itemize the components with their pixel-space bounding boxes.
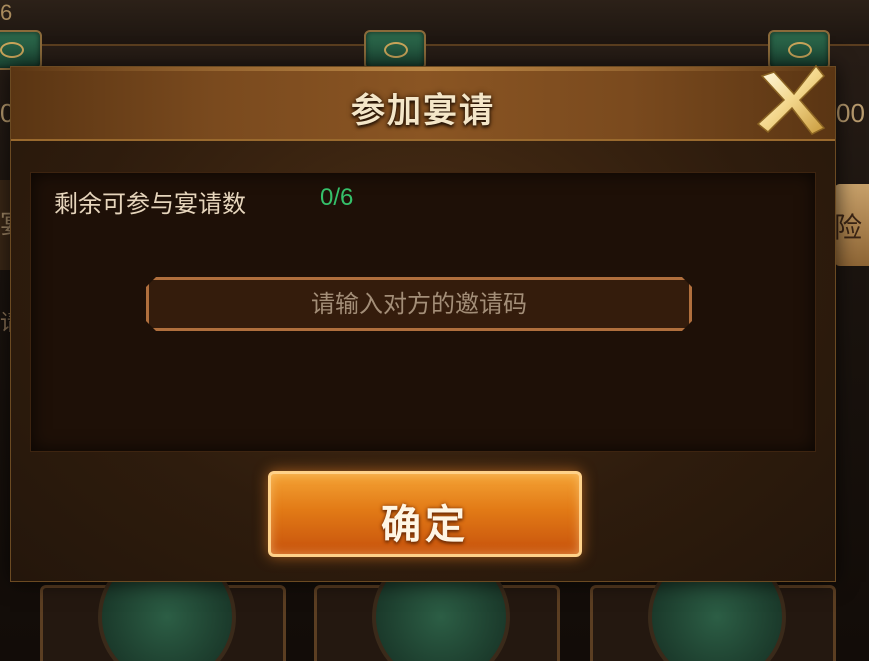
background-top-bar	[0, 0, 869, 46]
background-right-tab-label: 险	[834, 211, 863, 244]
background-top-bar-text: 6	[0, 0, 13, 25]
background-card	[314, 548, 560, 661]
background-gem-icon	[364, 30, 426, 70]
game-screen: 6 0 00 宴 请 险 参加宴请 剩余可参与宴请数 0/6	[0, 0, 869, 661]
background-card	[40, 548, 286, 661]
dialog-header: 参加宴请	[11, 67, 835, 141]
invite-code-input[interactable]	[146, 277, 692, 331]
dialog-title: 参加宴请	[351, 91, 495, 131]
background-card	[590, 548, 836, 661]
background-right-number: 00	[836, 98, 865, 128]
confirm-button-label: 确定	[381, 502, 469, 548]
remaining-invites-label: 剩余可参与宴请数	[54, 190, 246, 218]
remaining-invites-count: 0/6	[320, 184, 354, 211]
confirm-button[interactable]: 确定	[268, 471, 582, 557]
background-gem-icon	[0, 30, 42, 70]
close-button[interactable]	[754, 62, 830, 138]
close-icon	[756, 64, 826, 135]
